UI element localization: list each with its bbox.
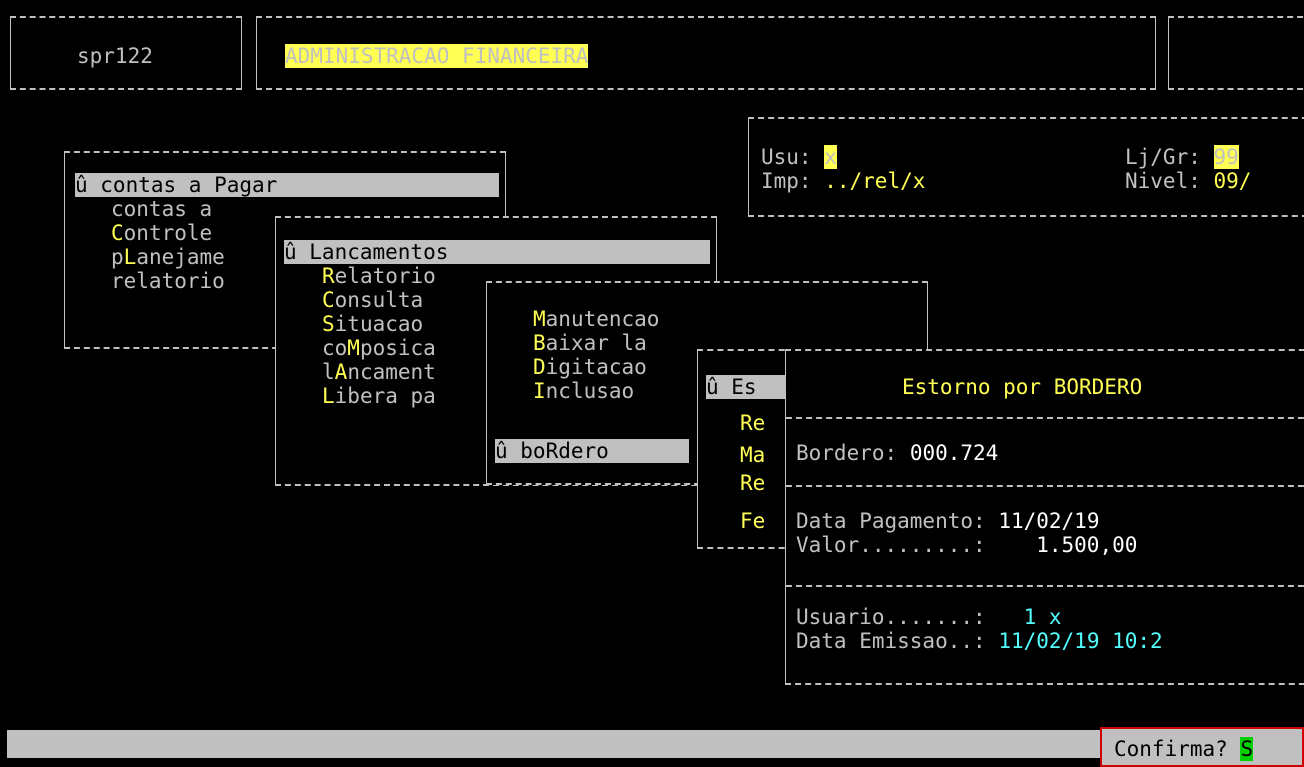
menu-item-consulta[interactable]: Consulta [322,288,423,312]
menu-item-libera-pagamento[interactable]: Libera pa [322,384,436,408]
lj-row: Lj/Gr: 99 [1125,145,1239,169]
program-id: spr122 [77,44,153,68]
data-emissao-row: Data Emissao..: 11/02/19 10:2 [796,629,1163,653]
menu-item-lancamentos[interactable]: û Lancamentos [284,240,710,264]
usu-row: Usu: x [761,145,837,169]
title-box: ADMINISTRACAO FINANCEIRA [256,16,1156,90]
dialog-separator [786,417,1304,419]
bordero-row: Bordero: 000.724 [796,441,999,465]
menu-item-ma[interactable]: Ma [740,443,765,467]
usuario-value: 1 x [1023,605,1062,629]
menu-item-controle[interactable]: Controle [111,221,212,245]
right-header-box [1168,16,1304,90]
usuario-row: Usuario.......: 1 x [796,605,1062,629]
dialog-separator [786,485,1304,487]
dialog-title: Estorno por BORDERO [902,375,1143,399]
system-title: ADMINISTRACAO FINANCEIRA [285,44,589,68]
menu-item-planejamento[interactable]: pLanejame [111,245,225,269]
menu-item-contas-pagar[interactable]: û contas a Pagar [75,173,499,197]
valor-row: Valor.........: 1.500,00 [796,533,1138,557]
menu-item-contas-a[interactable]: contas a [111,197,212,221]
confirm-prompt: Confirma? S [1114,737,1254,761]
info-box: Usu: x Imp: ../rel/x Lj/Gr: 99 Nivel: 09… [748,117,1304,217]
menu-item-composicao[interactable]: coMposica [322,336,436,360]
menu-item-re-2[interactable]: Re [740,471,765,495]
data-pagamento-value[interactable]: 11/02/19 [998,509,1099,533]
dialog-separator [786,585,1304,587]
menu-item-situacao[interactable]: Situacao [322,312,423,336]
menu-item-fe[interactable]: Fe [740,509,765,533]
menu-item-manutencao[interactable]: Manutencao [533,307,659,331]
menu-item-relatorio[interactable]: relatorio [111,269,225,293]
menu-item-inclusao[interactable]: Inclusao [533,379,634,403]
menu-item-re-1[interactable]: Re [740,411,765,435]
bordero-value[interactable]: 000.724 [910,441,999,465]
data-pagamento-row: Data Pagamento: 11/02/19 [796,509,1100,533]
valor-value[interactable]: 1.500,00 [1036,533,1137,557]
menu-item-baixar[interactable]: Baixar la [533,331,647,355]
menu-item-digitacao[interactable]: Digitacao [533,355,647,379]
menu-item-relatorio[interactable]: Relatorio [322,264,436,288]
imp-row: Imp: ../rel/x [761,169,926,193]
menu-item-lancamentos-2[interactable]: lAncament [322,360,436,384]
data-emissao-value: 11/02/19 10:2 [998,629,1163,653]
confirm-input[interactable]: S [1240,737,1254,761]
menu-item-bordero[interactable]: û boRdero [495,439,689,463]
estorno-dialog: Estorno por BORDERO Bordero: 000.724 Dat… [785,349,1304,685]
confirm-box: Confirma? S [1100,727,1304,767]
program-box: spr122 [10,16,242,90]
nivel-row: Nivel: 09/ [1125,169,1252,193]
